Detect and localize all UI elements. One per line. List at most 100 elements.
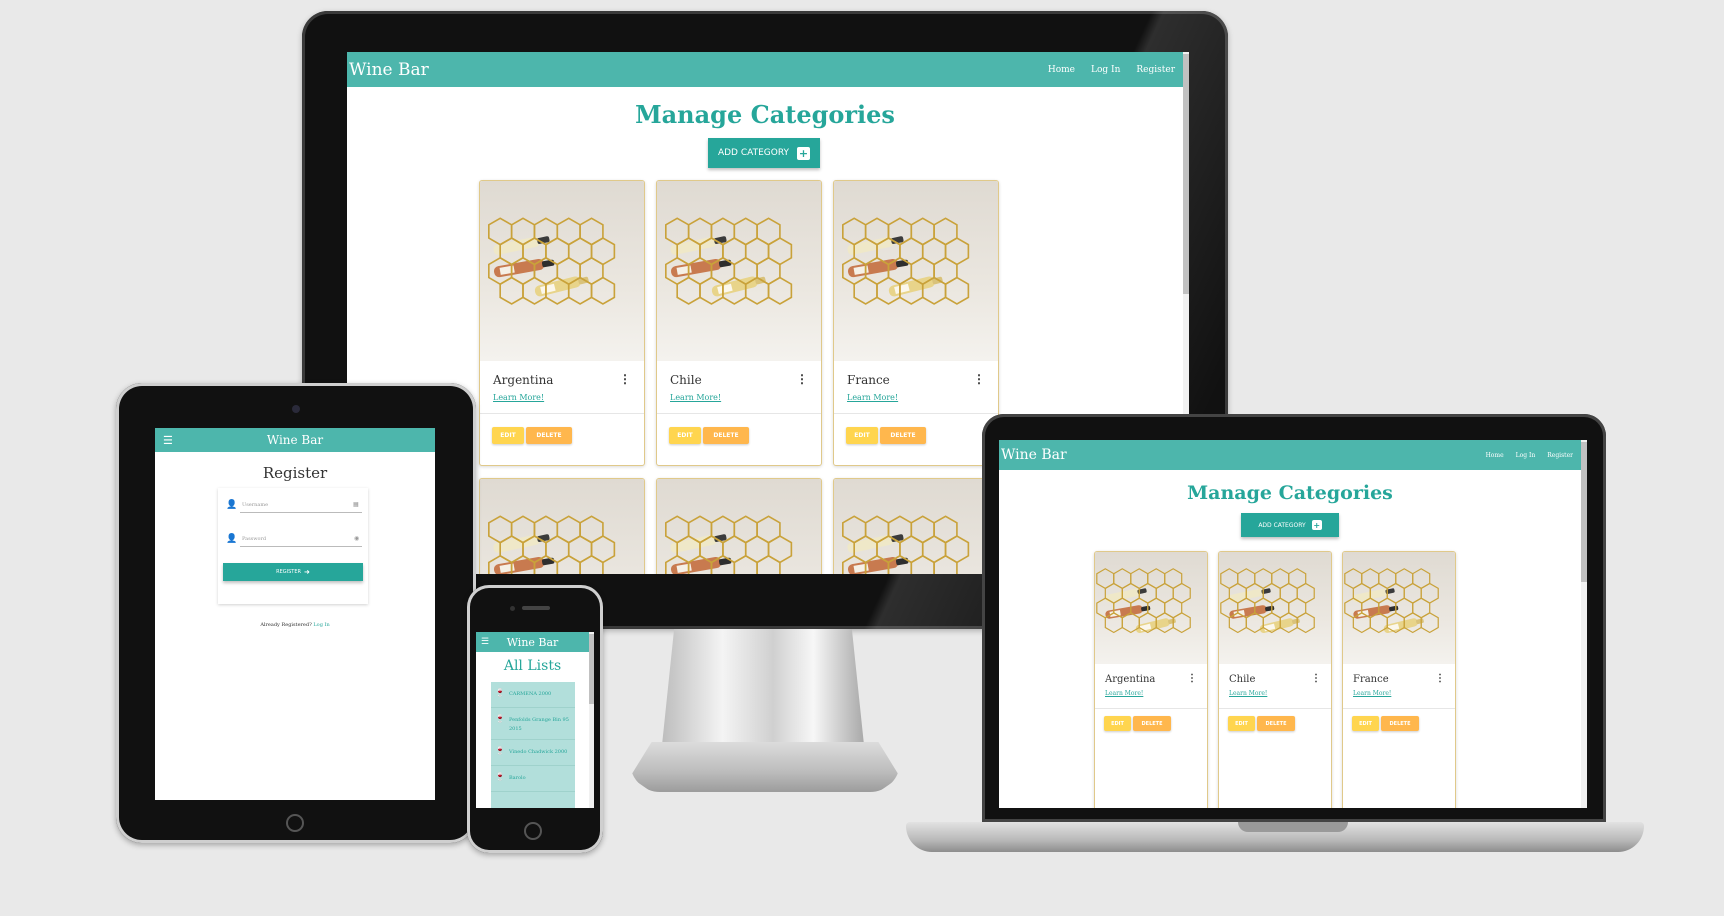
add-category-button[interactable]: ADD CATEGORY + [708,138,820,168]
card-image[interactable] [1219,552,1331,664]
brand-logo[interactable]: Wine Bar [155,433,435,447]
edit-button[interactable]: EDIT [1228,716,1255,731]
already-registered-text: Already Registered? Log In [155,622,435,628]
username-input[interactable]: Username [242,502,268,508]
card-divider [1219,708,1331,709]
delete-button[interactable]: DELETE [703,427,749,444]
password-underline [240,546,362,547]
already-registered-label: Already Registered? [260,622,312,628]
category-card [479,478,645,574]
wine-rack-icon [665,217,793,305]
more-vert-icon[interactable]: ⋮ [619,373,631,385]
add-category-button[interactable]: ADD CATEGORY + [1241,513,1339,537]
more-vert-icon[interactable]: ⋮ [1435,674,1445,684]
learn-more-link[interactable]: Learn More! [1229,690,1267,697]
nav-links: Home Log In Register [1486,452,1573,459]
scrollbar[interactable] [1581,440,1587,808]
card-title: Chile [670,373,702,387]
password-input[interactable]: Password [242,536,266,542]
list-item[interactable]: 🍷 Penfolds Grange Bin 95 2015 [491,708,575,740]
nav-register[interactable]: Register [1136,65,1175,75]
eye-icon: ◉ [354,535,360,542]
delete-button[interactable]: DELETE [880,427,926,444]
more-vert-icon[interactable]: ⋮ [973,373,985,385]
lists-title: All Lists [503,658,562,674]
delete-button[interactable]: DELETE [526,427,572,444]
phone-screen: ☰ Wine Bar All Lists 🍷 CARMENA 2000 🍷 Penfo… [476,632,594,808]
user-lock-icon: 👤 [226,534,238,544]
menu-icon[interactable]: ☰ [481,637,489,647]
register-button-label: REGISTER [276,569,301,575]
edit-button[interactable]: EDIT [669,427,701,444]
wine-rack-icon [488,217,616,305]
category-card: Argentina ⋮ Learn More! EDIT DELETE [479,180,645,466]
wine-list: 🍷 CARMENA 2000 🍷 Penfolds Grange Bin 95 201… [491,682,575,808]
scrollbar-thumb[interactable] [1581,442,1587,582]
sign-in-icon: ➜ [303,568,310,576]
nav-register[interactable]: Register [1547,452,1573,459]
list-item[interactable]: 🍷 CARMENA 2000 [491,682,575,708]
card-title: Chile [1229,674,1256,685]
card-image[interactable] [657,181,821,361]
edit-button[interactable]: EDIT [1352,716,1379,731]
nav-home[interactable]: Home [1486,452,1504,459]
card-title: Argentina [493,373,554,387]
nav-home[interactable]: Home [1048,65,1075,75]
list-item[interactable]: 🍷 Vinedo Chadwick 2000 [491,740,575,766]
wine-rack-icon [665,515,793,574]
id-icon: ▦ [353,501,359,508]
learn-more-link[interactable]: Learn More! [847,393,898,402]
list-item[interactable]: 🍷 Barolo [491,766,575,792]
user-add-icon: 👤 [226,500,238,510]
list-item-label: CARMENA 2000 [508,691,552,697]
more-vert-icon[interactable]: ⋮ [1187,674,1197,684]
phone-camera [510,606,515,611]
card-divider [480,413,644,414]
delete-button[interactable]: DELETE [1381,716,1419,731]
wine-rack-icon [1096,568,1191,634]
card-image[interactable] [480,479,644,574]
nav-login[interactable]: Log In [1516,452,1536,459]
card-divider [1343,708,1455,709]
category-card [656,478,822,574]
card-image[interactable] [1343,552,1455,664]
card-title: France [1353,674,1389,685]
brand-logo[interactable]: Wine Bar [1001,447,1067,463]
menu-icon[interactable]: ☰ [163,434,173,447]
card-image[interactable] [1095,552,1207,664]
edit-button[interactable]: EDIT [492,427,524,444]
card-image[interactable] [834,479,998,574]
delete-button[interactable]: DELETE [1133,716,1171,731]
scrollbar-thumb[interactable] [1183,54,1189,294]
register-button[interactable]: REGISTER ➜ [223,563,363,581]
card-title: Argentina [1105,674,1156,685]
username-underline [240,512,362,513]
login-link[interactable]: Log In [313,622,329,628]
list-item-label: Barolo [508,775,526,781]
more-vert-icon[interactable]: ⋮ [1311,674,1321,684]
category-card: France ⋮ Learn More! EDIT DELETE [833,180,999,466]
learn-more-link[interactable]: Learn More! [493,393,544,402]
scrollbar[interactable] [589,632,594,808]
plus-icon: + [1311,520,1322,530]
learn-more-link[interactable]: Learn More! [1105,690,1143,697]
nav-login[interactable]: Log In [1091,65,1120,75]
brand-logo[interactable]: Wine Bar [476,636,589,649]
page-title: Manage Categories [635,100,895,129]
card-image[interactable] [480,181,644,361]
scrollbar-thumb[interactable] [589,634,594,704]
monitor-stand [662,629,864,745]
laptop-screen: Wine Bar Home Log In Register Manage Cat… [999,440,1587,808]
edit-button[interactable]: EDIT [846,427,878,444]
navbar: Wine Bar Home Log In Register [347,52,1183,87]
learn-more-link[interactable]: Learn More! [1353,690,1391,697]
delete-button[interactable]: DELETE [1257,716,1295,731]
card-image[interactable] [834,181,998,361]
learn-more-link[interactable]: Learn More! [670,393,721,402]
card-image[interactable] [657,479,821,574]
brand-logo[interactable]: Wine Bar [349,60,429,80]
edit-button[interactable]: EDIT [1104,716,1131,731]
category-card [833,478,999,574]
more-vert-icon[interactable]: ⋮ [796,373,808,385]
tablet-home-button [286,814,304,832]
